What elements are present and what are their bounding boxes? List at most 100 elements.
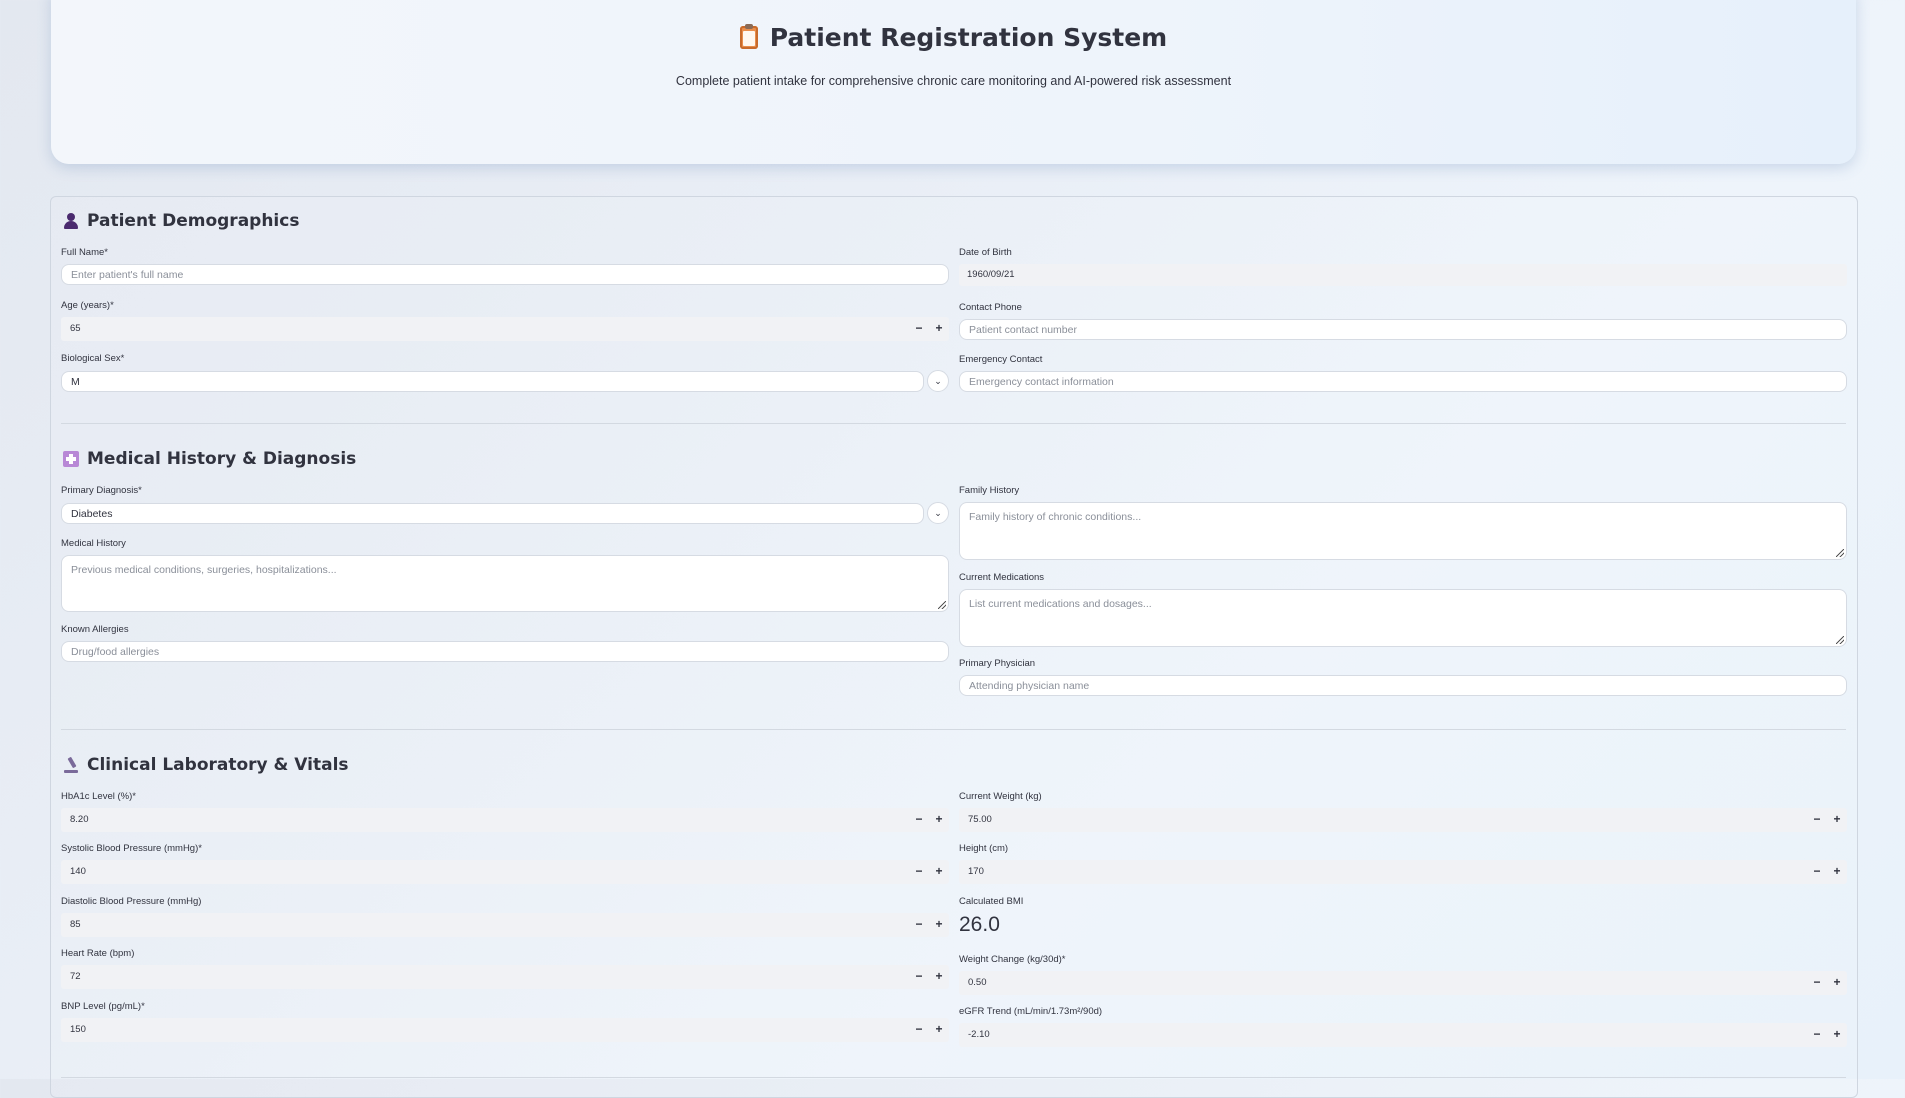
weight-change-input[interactable]: 0.50 − + bbox=[959, 971, 1847, 995]
weight-decrement-button[interactable]: − bbox=[1807, 808, 1827, 832]
section-title-labs: Clinical Laboratory & Vitals bbox=[63, 755, 349, 775]
medical-history-placeholder: Previous medical conditions, surgeries, … bbox=[71, 564, 337, 576]
page-title: Patient Registration System bbox=[51, 23, 1856, 52]
primary-dx-select-value[interactable]: Diabetes bbox=[61, 502, 924, 524]
emergency-field: Emergency Contact Emergency contact info… bbox=[959, 354, 1847, 392]
hba1c-decrement-button[interactable]: − bbox=[909, 808, 929, 832]
phone-label: Contact Phone bbox=[959, 302, 1022, 313]
allergies-field: Known Allergies Drug/food allergies bbox=[61, 624, 949, 662]
heart-rate-increment-button[interactable]: + bbox=[929, 965, 949, 989]
medical-history-label: Medical History bbox=[61, 538, 126, 549]
chevron-down-icon[interactable]: ⌄ bbox=[927, 502, 949, 524]
systolic-increment-button[interactable]: + bbox=[929, 860, 949, 884]
bmi-field: Calculated BMI 26.0 bbox=[959, 896, 1847, 937]
systolic-stepper: − + bbox=[909, 860, 949, 884]
sex-select-value[interactable]: M bbox=[61, 370, 924, 392]
age-input[interactable]: 65 − + bbox=[61, 317, 949, 341]
height-label: Height (cm) bbox=[959, 843, 1009, 854]
height-increment-button[interactable]: + bbox=[1827, 860, 1847, 884]
egfr-input[interactable]: -2.10 − + bbox=[959, 1023, 1847, 1047]
heart-rate-input[interactable]: 72 − + bbox=[61, 965, 949, 989]
heart-rate-stepper: − + bbox=[909, 965, 949, 989]
medications-field: Current Medications List current medicat… bbox=[959, 572, 1847, 647]
bnp-decrement-button[interactable]: − bbox=[909, 1018, 929, 1042]
divider bbox=[61, 729, 1846, 730]
systolic-input[interactable]: 140 − + bbox=[61, 860, 949, 884]
hba1c-increment-button[interactable]: + bbox=[929, 808, 949, 832]
family-history-textarea[interactable]: Family history of chronic conditions... bbox=[959, 502, 1847, 560]
height-field: Height (cm) 170 − + bbox=[959, 843, 1847, 884]
diastolic-decrement-button[interactable]: − bbox=[909, 913, 929, 937]
systolic-label: Systolic Blood Pressure (mmHg)* bbox=[61, 843, 202, 854]
height-decrement-button[interactable]: − bbox=[1807, 860, 1827, 884]
heart-rate-field: Heart Rate (bpm) 72 − + bbox=[61, 948, 949, 989]
page-header: Patient Registration System Complete pat… bbox=[51, 0, 1856, 164]
sex-select[interactable]: M ⌄ bbox=[61, 370, 949, 392]
allergies-input[interactable]: Drug/food allergies bbox=[61, 641, 949, 662]
bmi-value: 26.0 bbox=[959, 913, 1000, 936]
heart-rate-label: Heart Rate (bpm) bbox=[61, 948, 135, 959]
page-title-text: Patient Registration System bbox=[769, 23, 1168, 52]
height-value: 170 bbox=[968, 866, 984, 877]
medications-label: Current Medications bbox=[959, 572, 1045, 583]
egfr-value: -2.10 bbox=[968, 1029, 990, 1040]
diastolic-input[interactable]: 85 − + bbox=[61, 913, 949, 937]
diastolic-field: Diastolic Blood Pressure (mmHg) 85 − + bbox=[61, 896, 949, 937]
sex-field: Biological Sex* M ⌄ bbox=[61, 353, 949, 392]
weight-increment-button[interactable]: + bbox=[1827, 808, 1847, 832]
egfr-decrement-button[interactable]: − bbox=[1807, 1023, 1827, 1047]
weight-change-increment-button[interactable]: + bbox=[1827, 971, 1847, 995]
dob-input[interactable]: 1960/09/21 bbox=[959, 264, 1847, 286]
registration-form: Patient Demographics Full Name* Enter pa… bbox=[50, 196, 1858, 1098]
egfr-increment-button[interactable]: + bbox=[1827, 1023, 1847, 1047]
full-name-label: Full Name* bbox=[61, 247, 108, 258]
resize-handle-icon[interactable] bbox=[938, 601, 946, 609]
primary-dx-select[interactable]: Diabetes ⌄ bbox=[61, 502, 949, 524]
allergies-label: Known Allergies bbox=[61, 624, 129, 635]
diastolic-value: 85 bbox=[70, 919, 81, 930]
family-history-field: Family History Family history of chronic… bbox=[959, 485, 1847, 560]
age-increment-button[interactable]: + bbox=[929, 317, 949, 341]
medications-placeholder: List current medications and dosages... bbox=[969, 598, 1152, 610]
section-title-history: Medical History & Diagnosis bbox=[63, 449, 356, 469]
section-title-labs-text: Clinical Laboratory & Vitals bbox=[87, 755, 349, 775]
bnp-label: BNP Level (pg/mL)* bbox=[61, 1001, 145, 1012]
emergency-label: Emergency Contact bbox=[959, 354, 1043, 365]
physician-input[interactable]: Attending physician name bbox=[959, 675, 1847, 696]
resize-handle-icon[interactable] bbox=[1836, 549, 1844, 557]
full-name-input[interactable]: Enter patient's full name bbox=[61, 264, 949, 285]
chevron-down-icon[interactable]: ⌄ bbox=[927, 370, 949, 392]
section-title-history-text: Medical History & Diagnosis bbox=[87, 449, 357, 469]
bnp-input[interactable]: 150 − + bbox=[61, 1018, 949, 1042]
age-label: Age (years)* bbox=[61, 300, 114, 311]
height-input[interactable]: 170 − + bbox=[959, 860, 1847, 884]
weight-change-value: 0.50 bbox=[968, 977, 987, 988]
phone-input[interactable]: Patient contact number bbox=[959, 319, 1847, 340]
age-field: Age (years)* 65 − + bbox=[61, 300, 949, 341]
hba1c-input[interactable]: 8.20 − + bbox=[61, 808, 949, 832]
egfr-stepper: − + bbox=[1807, 1023, 1847, 1047]
microscope-icon bbox=[63, 757, 79, 773]
systolic-decrement-button[interactable]: − bbox=[909, 860, 929, 884]
heart-rate-value: 72 bbox=[70, 971, 81, 982]
age-decrement-button[interactable]: − bbox=[909, 317, 929, 341]
physician-field: Primary Physician Attending physician na… bbox=[959, 658, 1847, 696]
medical-history-textarea[interactable]: Previous medical conditions, surgeries, … bbox=[61, 555, 949, 612]
hba1c-label: HbA1c Level (%)* bbox=[61, 791, 136, 802]
weight-input[interactable]: 75.00 − + bbox=[959, 808, 1847, 832]
phone-field: Contact Phone Patient contact number bbox=[959, 302, 1847, 340]
bnp-increment-button[interactable]: + bbox=[929, 1018, 949, 1042]
medications-textarea[interactable]: List current medications and dosages... bbox=[959, 589, 1847, 647]
diastolic-increment-button[interactable]: + bbox=[929, 913, 949, 937]
emergency-input[interactable]: Emergency contact information bbox=[959, 371, 1847, 392]
heart-rate-decrement-button[interactable]: − bbox=[909, 965, 929, 989]
clipboard-icon bbox=[739, 24, 758, 49]
weight-change-decrement-button[interactable]: − bbox=[1807, 971, 1827, 995]
diastolic-label: Diastolic Blood Pressure (mmHg) bbox=[61, 896, 202, 907]
resize-handle-icon[interactable] bbox=[1836, 636, 1844, 644]
primary-dx-label: Primary Diagnosis* bbox=[61, 485, 142, 496]
dob-label: Date of Birth bbox=[959, 247, 1012, 258]
hba1c-stepper: − + bbox=[909, 808, 949, 832]
hba1c-value: 8.20 bbox=[70, 814, 89, 825]
full-name-field: Full Name* Enter patient's full name bbox=[61, 247, 949, 285]
